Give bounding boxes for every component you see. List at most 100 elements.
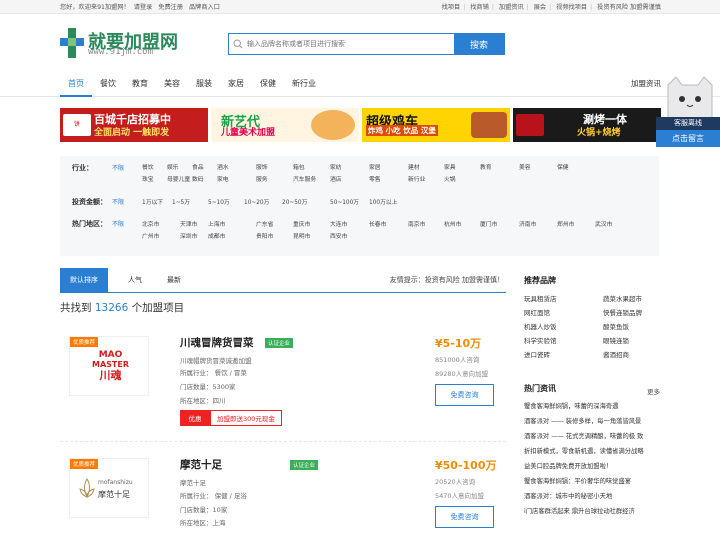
tab-popularity[interactable]: 人气 xyxy=(128,268,142,292)
industry-option[interactable]: 酒店 xyxy=(330,174,342,183)
site-logo[interactable]: 就要加盟网 www.91jm.com xyxy=(60,28,180,64)
ad-banner[interactable]: 饼 百城千店招募中 全面启动 一触即发 xyxy=(60,108,208,142)
invest-option[interactable]: 1~5万 xyxy=(172,197,190,206)
industry-option[interactable]: 箱包 xyxy=(293,162,305,171)
region-option[interactable]: 重庆市 xyxy=(293,219,310,228)
industry-option[interactable]: 零售 xyxy=(369,174,381,183)
search-input[interactable] xyxy=(247,34,454,54)
news-item[interactable]: 酒客派对 —— 花式烹调精酿，味蕾的极 致 xyxy=(524,431,664,440)
brand-link[interactable]: 蔬菜水果超市 xyxy=(603,293,642,303)
region-option[interactable]: 大连市 xyxy=(330,219,347,228)
industry-option[interactable]: 数码 xyxy=(192,174,204,183)
search-button[interactable]: 搜索 xyxy=(454,34,504,54)
invest-option[interactable]: 50~100万 xyxy=(330,197,359,206)
industry-option[interactable]: 汽车服务 xyxy=(293,174,316,183)
top-link-video[interactable]: 视频找项目 xyxy=(556,4,587,11)
news-item[interactable]: 折扣新模式，零食新机遇，读懂省满分战略 xyxy=(524,446,664,455)
industry-option[interactable]: 家居 xyxy=(369,162,381,171)
news-item[interactable]: 酒客派对 —— 装修多样，每一角落皆风景 xyxy=(524,416,664,425)
invest-option[interactable]: 20~50万 xyxy=(282,197,307,206)
industry-option[interactable]: 家具 xyxy=(444,162,456,171)
brand-link[interactable]: 进口瓷砖 xyxy=(524,349,550,359)
nav-item-clothing[interactable]: 服装 xyxy=(188,70,220,97)
project-card[interactable]: 优质推荐 MAO MASTER 川魂 川魂冒牌货冒菜 认证企业 川魂帽牌货冒菜诚… xyxy=(60,330,506,442)
ad-banner[interactable]: 超级鸡车 炸鸡 小吃 饮品 汉堡 xyxy=(362,108,510,142)
industry-option[interactable]: 母婴儿童 xyxy=(167,174,190,183)
industry-option[interactable]: 家纺 xyxy=(330,162,342,171)
region-option[interactable]: 北京市 xyxy=(142,219,159,228)
nav-item-catering[interactable]: 餐饮 xyxy=(92,70,124,97)
region-option[interactable]: 成都市 xyxy=(208,231,225,240)
industry-option[interactable]: 保健 xyxy=(557,162,569,171)
brand-link[interactable]: 网红面馆 xyxy=(524,307,550,317)
project-card[interactable]: 优质推荐 mofanshizu 摩范十足 摩范十足 认证企业 摩范十足 所属行业… xyxy=(60,452,506,540)
industry-option[interactable]: 火锅 xyxy=(444,174,456,183)
region-option[interactable]: 西安市 xyxy=(330,231,347,240)
brand-link[interactable]: 玩具租赁店 xyxy=(524,293,557,303)
brand-link[interactable]: 快餐连锁品牌 xyxy=(603,307,642,317)
industry-option[interactable]: 家电 xyxy=(217,174,229,183)
brand-link[interactable]: 科学实验馆 xyxy=(524,335,557,345)
region-option[interactable]: 厦门市 xyxy=(480,219,497,228)
news-item[interactable]: 益美口腔品牌免费开放加盟啦！ xyxy=(524,461,664,470)
news-item[interactable]: i门店客群活起来 鼎升台球拉动社群经济 xyxy=(524,506,664,515)
region-option[interactable]: 南京市 xyxy=(408,219,425,228)
brand-link[interactable]: 酸菜鱼饭 xyxy=(603,321,629,331)
industry-option[interactable]: 建材 xyxy=(408,162,420,171)
tab-latest[interactable]: 最新 xyxy=(167,268,181,292)
region-option[interactable]: 杭州市 xyxy=(444,219,461,228)
news-more-link[interactable]: 更多 xyxy=(647,386,660,396)
filter-all[interactable]: 不限 xyxy=(112,163,124,172)
top-link-news[interactable]: 加盟资讯 xyxy=(499,4,524,11)
top-link-projects[interactable]: 找项目 xyxy=(442,4,461,11)
invest-option[interactable]: 100万以上 xyxy=(369,197,397,206)
brand-link[interactable]: 酱酒招商 xyxy=(603,349,629,359)
ad-banner[interactable]: 新艺代 儿童美术加盟 xyxy=(211,108,359,142)
industry-option[interactable]: 酒水 xyxy=(217,162,229,171)
login-link[interactable]: 请登录 xyxy=(134,4,153,11)
region-option[interactable]: 深圳市 xyxy=(180,231,197,240)
region-option[interactable]: 广州市 xyxy=(142,231,159,240)
nav-item-education[interactable]: 教育 xyxy=(124,70,156,97)
brand-link[interactable]: 眼镜连锁 xyxy=(603,335,629,345)
project-title[interactable]: 川魂冒牌货冒菜 xyxy=(180,335,254,350)
brand-link[interactable]: 机器人炒饭 xyxy=(524,321,557,331)
region-option[interactable]: 济南市 xyxy=(519,219,536,228)
brand-entry-link[interactable]: 品牌商入口 xyxy=(189,4,220,11)
project-title[interactable]: 摩范十足 xyxy=(180,457,222,472)
region-option[interactable]: 武汉市 xyxy=(595,219,612,228)
region-option[interactable]: 上海市 xyxy=(208,219,225,228)
leave-message-button[interactable]: 点击留言 xyxy=(656,130,720,147)
industry-option[interactable]: 食品 xyxy=(192,162,204,171)
nav-item-health[interactable]: 保健 xyxy=(252,70,284,97)
invest-option[interactable]: 1万以下 xyxy=(142,197,163,206)
promo-banner[interactable]: 优惠 加盟即送300元现金 xyxy=(180,410,282,426)
nav-item-new-industry[interactable]: 新行业 xyxy=(284,70,324,97)
news-item[interactable]: 蟹食客海鲜焖锅，味蕾的深海奇遇 xyxy=(524,401,664,410)
industry-option[interactable]: 珠宝 xyxy=(142,174,154,183)
news-item[interactable]: 酒客派对：城市中的秘密小天地 xyxy=(524,491,664,500)
ad-banner[interactable]: 涮烤一体 火锅+烧烤 xyxy=(513,108,661,142)
customer-service-widget[interactable]: 客服离线 点击留言 xyxy=(656,75,720,149)
invest-option[interactable]: 10~20万 xyxy=(244,197,269,206)
invest-option[interactable]: 5~10万 xyxy=(208,197,230,206)
project-logo[interactable]: 优质推荐 mofanshizu 摩范十足 xyxy=(69,458,149,518)
industry-option[interactable]: 美容 xyxy=(519,162,531,171)
project-logo[interactable]: 优质推荐 MAO MASTER 川魂 xyxy=(69,336,149,396)
region-option[interactable]: 昆明市 xyxy=(293,231,310,240)
industry-option[interactable]: 教育 xyxy=(480,162,492,171)
filter-all[interactable]: 不限 xyxy=(112,197,124,206)
industry-option[interactable]: 新行业 xyxy=(408,174,425,183)
top-link-shops[interactable]: 找商铺 xyxy=(470,4,489,11)
region-option[interactable]: 广东省 xyxy=(256,219,273,228)
register-link[interactable]: 免费注册 xyxy=(158,4,183,11)
industry-option[interactable]: 餐饮 xyxy=(142,162,154,171)
nav-item-home[interactable]: 首页 xyxy=(60,70,92,97)
tab-default-sort[interactable]: 默认排序 xyxy=(60,268,108,292)
free-consult-button[interactable]: 免费咨询 xyxy=(435,384,494,406)
top-link-expo[interactable]: 展会 xyxy=(534,4,546,11)
top-link-risk[interactable]: 投资有风险 加盟需谨慎 xyxy=(597,4,661,11)
nav-item-beauty[interactable]: 美容 xyxy=(156,70,188,97)
region-option[interactable]: 长春市 xyxy=(369,219,386,228)
industry-option[interactable]: 娱乐 xyxy=(167,162,179,171)
